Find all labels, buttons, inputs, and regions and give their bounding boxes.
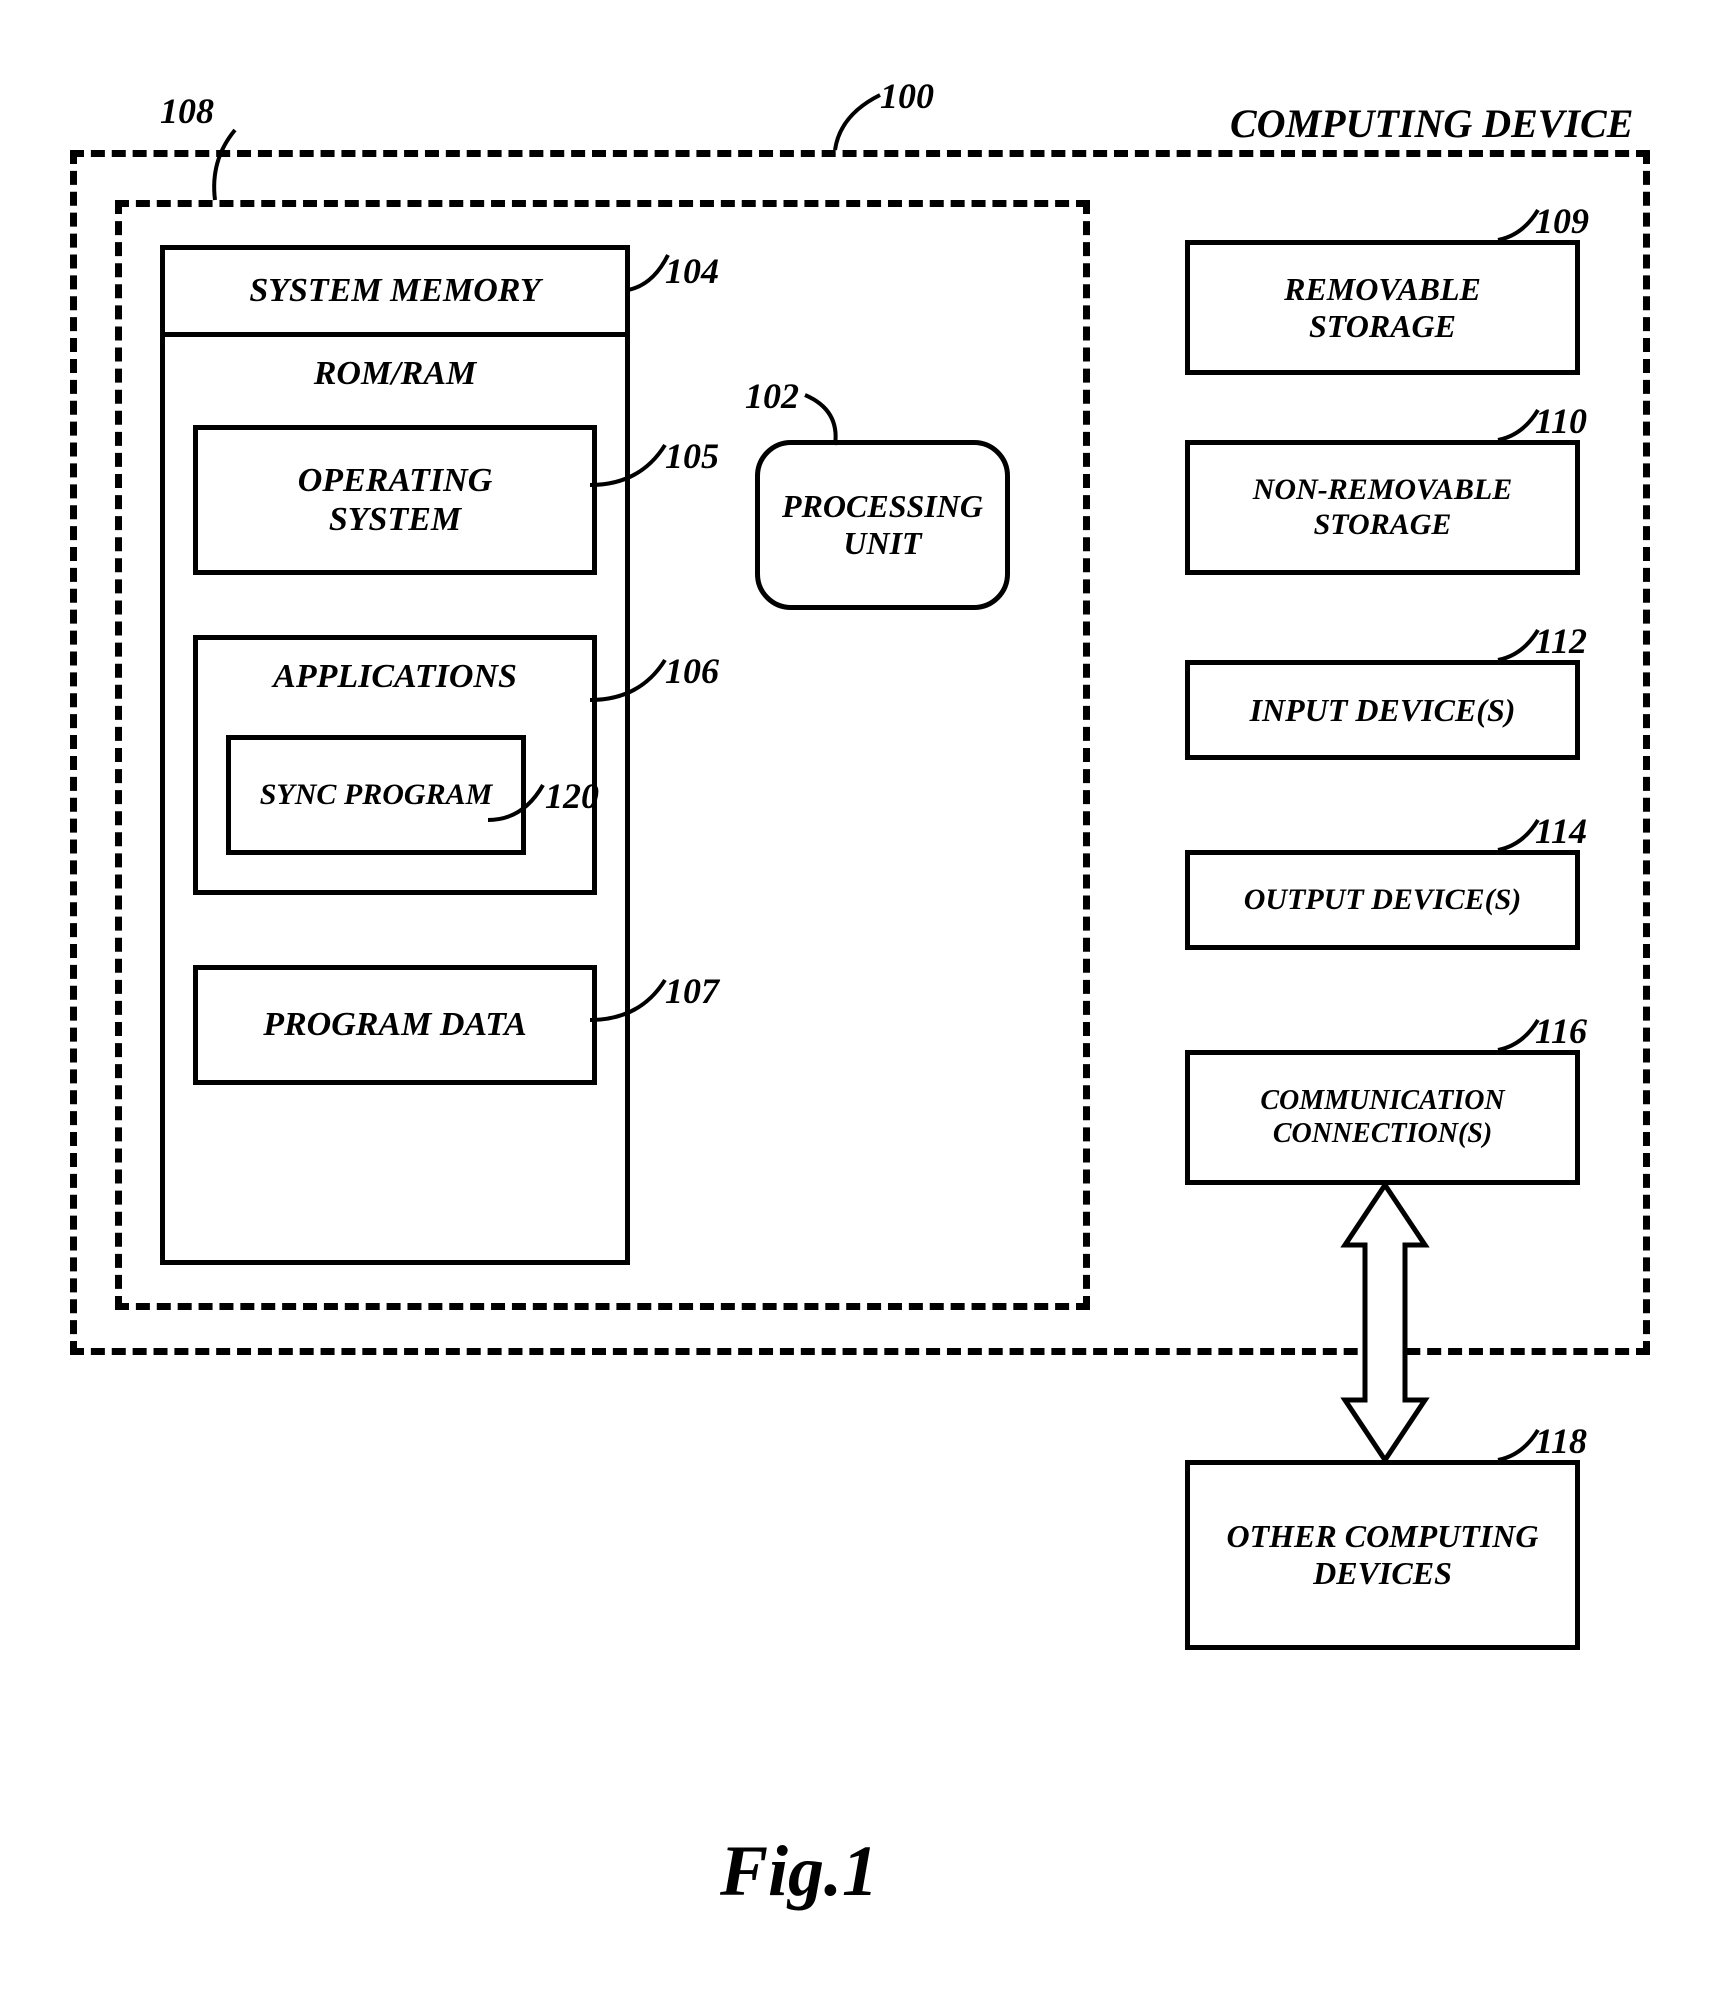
program-data-box: PROGRAM DATA: [193, 965, 597, 1085]
output-devices-label: OUTPUT DEVICE(S): [1244, 883, 1522, 918]
sync-program-label: SYNC PROGRAM: [260, 778, 493, 813]
removable-storage-label: REMOVABLESTORAGE: [1284, 271, 1481, 345]
ref-109: 109: [1535, 200, 1589, 242]
leader-104: [628, 255, 673, 295]
leader-108: [210, 130, 260, 200]
ref-106: 106: [665, 650, 719, 692]
double-arrow-icon: [1330, 1185, 1440, 1460]
ref-120: 120: [545, 775, 599, 817]
figure-caption: Fig.1: [720, 1830, 878, 1913]
leader-118: [1498, 1430, 1543, 1465]
processing-unit-label: PROCESSINGUNIT: [782, 488, 983, 562]
leader-120: [488, 785, 548, 825]
ref-105: 105: [665, 435, 719, 477]
input-devices-label: INPUT DEVICE(S): [1250, 692, 1516, 729]
leader-110: [1498, 410, 1543, 445]
leader-112: [1498, 630, 1543, 665]
ref-108: 108: [160, 90, 214, 132]
ref-102: 102: [745, 375, 799, 417]
other-computing-devices-label: OTHER COMPUTINGDEVICES: [1226, 1518, 1538, 1592]
applications-label: APPLICATIONS: [198, 658, 592, 696]
other-computing-devices-box: OTHER COMPUTINGDEVICES: [1185, 1460, 1580, 1650]
ref-104: 104: [665, 250, 719, 292]
processing-unit-box: PROCESSINGUNIT: [755, 440, 1010, 610]
system-memory-box: SYSTEM MEMORY ROM/RAM OPERATINGSYSTEM AP…: [160, 245, 630, 1265]
leader-107: [590, 980, 670, 1025]
operating-system-box: OPERATINGSYSTEM: [193, 425, 597, 575]
leader-116: [1498, 1020, 1543, 1055]
system-memory-label: SYSTEM MEMORY: [249, 271, 540, 310]
leader-109: [1498, 210, 1543, 245]
communication-connections-label: COMMUNICATIONCONNECTION(S): [1260, 1085, 1504, 1149]
communication-connections-box: COMMUNICATIONCONNECTION(S): [1185, 1050, 1580, 1185]
diagram-page: COMPUTING DEVICE SYSTEM MEMORY ROM/RAM O…: [0, 0, 1733, 2010]
program-data-label: PROGRAM DATA: [263, 1005, 527, 1044]
leader-100: [830, 95, 890, 155]
input-devices-box: INPUT DEVICE(S): [1185, 660, 1580, 760]
title-computing-device: COMPUTING DEVICE: [1230, 100, 1633, 147]
sync-program-box: SYNC PROGRAM: [226, 735, 526, 855]
leader-102: [805, 395, 845, 445]
leader-114: [1498, 820, 1543, 855]
removable-storage-box: REMOVABLESTORAGE: [1185, 240, 1580, 375]
non-removable-storage-box: NON-REMOVABLESTORAGE: [1185, 440, 1580, 575]
operating-system-label: OPERATINGSYSTEM: [298, 461, 493, 539]
ref-107: 107: [665, 970, 719, 1012]
applications-box: APPLICATIONS SYNC PROGRAM: [193, 635, 597, 895]
leader-105: [590, 445, 670, 490]
output-devices-box: OUTPUT DEVICE(S): [1185, 850, 1580, 950]
non-removable-storage-label: NON-REMOVABLESTORAGE: [1253, 473, 1512, 542]
leader-106: [590, 660, 670, 705]
rom-ram-label: ROM/RAM: [165, 355, 625, 393]
